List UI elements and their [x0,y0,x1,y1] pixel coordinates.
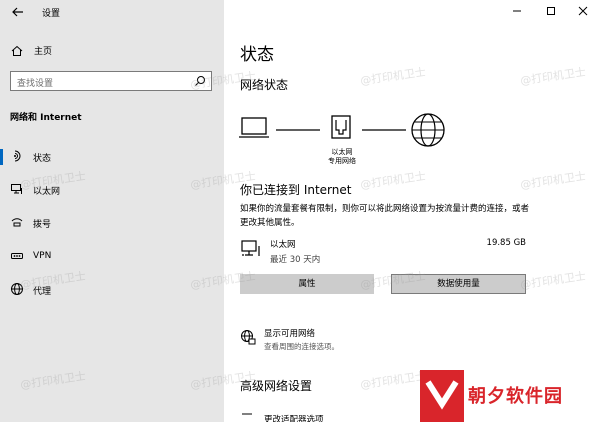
settings-window: 设置 主页 查找设置 网络和 Internet 状态 以太网 拨号 VPN 代理… [0,0,600,422]
maximize-icon[interactable] [536,2,566,20]
adapter-entry: 以太网 最近 30 天内 19.85 GB [240,236,530,266]
show-networks-desc: 查看周围的连接选项。 [264,342,339,351]
change-adapter-options-label: 更改适配器选项 [264,415,324,422]
properties-button[interactable]: 属性 [240,274,374,294]
logo-text: 朝夕软件园 [468,386,563,407]
window-title: 设置 [42,9,61,19]
search-placeholder: 查找设置 [17,79,54,89]
diagram-caption-line1: 以太网 [331,148,353,156]
back-arrow-icon[interactable] [10,4,26,20]
home-label: 主页 [34,47,53,57]
close-icon[interactable] [568,2,598,20]
sidebar: 设置 主页 查找设置 网络和 Internet 状态 以太网 拨号 VPN 代理 [0,0,224,422]
adapter-period: 最近 30 天内 [270,255,321,265]
site-logo: 朝夕软件园 [414,370,600,422]
internet-globe-icon [411,113,445,147]
sidebar-item-label: 拨号 [33,220,52,230]
sidebar-item-vpn[interactable]: VPN [0,246,224,268]
page-title: 状态 [240,45,274,65]
ethernet-port-icon [331,115,351,139]
connected-description: 如果你的流量套餐有限制，则你可以将此网络设置为按流量计费的连接，或者更改其他属性… [240,204,530,228]
sidebar-section-title: 网络和 Internet [10,113,82,123]
show-networks-title: 显示可用网络 [264,329,316,339]
titlebar-left: 设置 [0,0,224,24]
home-icon [11,45,23,56]
status-icon [14,150,21,162]
adapter-options-icon [242,413,252,415]
main-panel: 状态 网络状态 以太网 专用网络 你已连接到 Internet 如果你的流量套餐… [224,0,600,422]
laptop-icon [239,117,269,138]
vpn-icon [11,253,23,259]
show-networks-link[interactable]: 显示可用网络 查看周围的连接选项。 [240,326,540,354]
sidebar-item-label: 状态 [33,154,52,164]
sidebar-item-status[interactable]: 状态 [0,146,224,168]
search-input[interactable]: 查找设置 [10,71,212,91]
ethernet-adapter-icon [241,240,260,256]
change-adapter-options-link[interactable]: 更改适配器选项 [240,412,440,422]
diagram-caption-line2: 专用网络 [328,157,356,165]
sidebar-item-dialup[interactable]: 拨号 [0,212,224,234]
available-networks-icon [241,330,256,345]
connected-title: 你已连接到 Internet [240,183,352,197]
dialup-icon [11,218,23,227]
adapter-usage: 19.85 GB [486,238,526,248]
diagram-caption: 以太网 专用网络 [312,148,372,166]
logo-mark-icon [420,370,464,422]
minimize-icon[interactable] [502,2,532,20]
sidebar-item-label: VPN [33,251,52,261]
sidebar-home[interactable]: 主页 [10,43,210,59]
adapter-name: 以太网 [270,240,296,250]
